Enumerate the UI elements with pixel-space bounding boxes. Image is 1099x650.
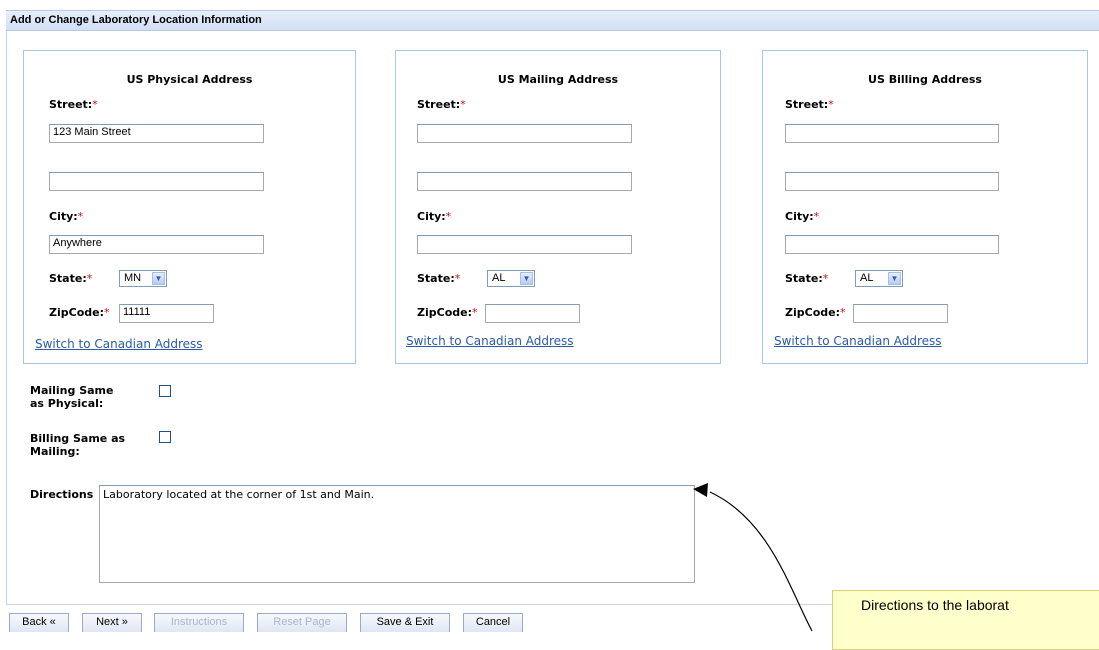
page-title: Add or Change Laboratory Location Inform…: [10, 14, 262, 26]
mailing-city-input[interactable]: [417, 235, 632, 254]
mailing-zip-input[interactable]: [485, 304, 580, 323]
physical-city-label: City:*: [49, 210, 84, 223]
physical-street-label: Street:*: [49, 98, 98, 111]
mailing-state-label: State:*: [417, 272, 461, 285]
billing-city-label: City:*: [785, 210, 820, 223]
billing-address-title: US Billing Address: [868, 73, 982, 86]
physical-zip-input[interactable]: 11111: [119, 304, 214, 323]
cancel-button[interactable]: Cancel: [463, 613, 523, 632]
physical-state-label: State:*: [49, 272, 93, 285]
back-button[interactable]: Back «: [9, 613, 69, 632]
mailing-street2-input[interactable]: [417, 172, 632, 191]
mailing-state-select[interactable]: AL ▼: [487, 270, 535, 287]
billing-zip-label: ZipCode:*: [785, 306, 846, 319]
required-marker: *: [828, 98, 834, 111]
next-button[interactable]: Next »: [82, 613, 142, 632]
billing-zip-input[interactable]: [853, 304, 948, 323]
mailing-switch-canadian-link[interactable]: Switch to Canadian Address: [406, 334, 574, 348]
physical-city-input[interactable]: Anywhere: [49, 235, 264, 254]
required-marker: *: [445, 210, 452, 223]
required-marker: *: [454, 272, 461, 285]
billing-state-label: State:*: [785, 272, 829, 285]
physical-street2-input[interactable]: [49, 172, 264, 191]
required-marker: *: [822, 272, 829, 285]
chevron-down-icon[interactable]: ▼: [520, 272, 533, 285]
reset-page-button[interactable]: Reset Page: [257, 613, 347, 632]
physical-state-value: MN: [124, 272, 142, 284]
physical-street1-input[interactable]: 123 Main Street: [49, 124, 264, 143]
billing-state-select[interactable]: AL ▼: [855, 270, 903, 287]
page-header: Add or Change Laboratory Location Inform…: [6, 10, 1099, 31]
mailing-city-label: City:*: [417, 210, 452, 223]
required-marker: *: [103, 306, 110, 319]
required-marker: *: [77, 210, 84, 223]
annotation-callout: Directions to the laborat: [832, 590, 1099, 650]
billing-switch-canadian-link[interactable]: Switch to Canadian Address: [774, 334, 942, 348]
billing-state-value: AL: [860, 272, 874, 284]
required-marker: *: [460, 98, 466, 111]
required-marker: *: [813, 210, 820, 223]
mailing-street-label: Street:*: [417, 98, 466, 111]
required-marker: *: [86, 272, 93, 285]
billing-same-checkbox[interactable]: [159, 431, 171, 443]
physical-zip-label: ZipCode:*: [49, 306, 110, 319]
required-marker: *: [92, 98, 98, 111]
billing-same-label: Billing Same as Mailing:: [30, 432, 126, 458]
save-exit-button[interactable]: Save & Exit: [360, 613, 450, 632]
billing-street-label: Street:*: [785, 98, 834, 111]
mailing-same-checkbox[interactable]: [159, 385, 171, 397]
chevron-down-icon[interactable]: ▼: [888, 272, 901, 285]
physical-switch-canadian-link[interactable]: Switch to Canadian Address: [35, 337, 203, 351]
mailing-address-title: US Mailing Address: [497, 73, 619, 86]
billing-street2-input[interactable]: [785, 172, 999, 191]
mailing-same-label: Mailing Same as Physical:: [30, 384, 114, 410]
physical-state-select[interactable]: MN ▼: [119, 270, 167, 287]
directions-label: Directions: [30, 488, 94, 501]
billing-street1-input[interactable]: [785, 124, 999, 143]
physical-address-title: US Physical Address: [126, 73, 253, 86]
billing-city-input[interactable]: [785, 235, 999, 254]
mailing-state-value: AL: [492, 272, 506, 284]
required-marker: *: [471, 306, 478, 319]
required-marker: *: [839, 306, 846, 319]
instructions-button[interactable]: Instructions: [154, 613, 244, 632]
mailing-zip-label: ZipCode:*: [417, 306, 478, 319]
chevron-down-icon[interactable]: ▼: [152, 272, 165, 285]
mailing-street1-input[interactable]: [417, 124, 632, 143]
directions-textarea[interactable]: Laboratory located at the corner of 1st …: [99, 485, 695, 583]
